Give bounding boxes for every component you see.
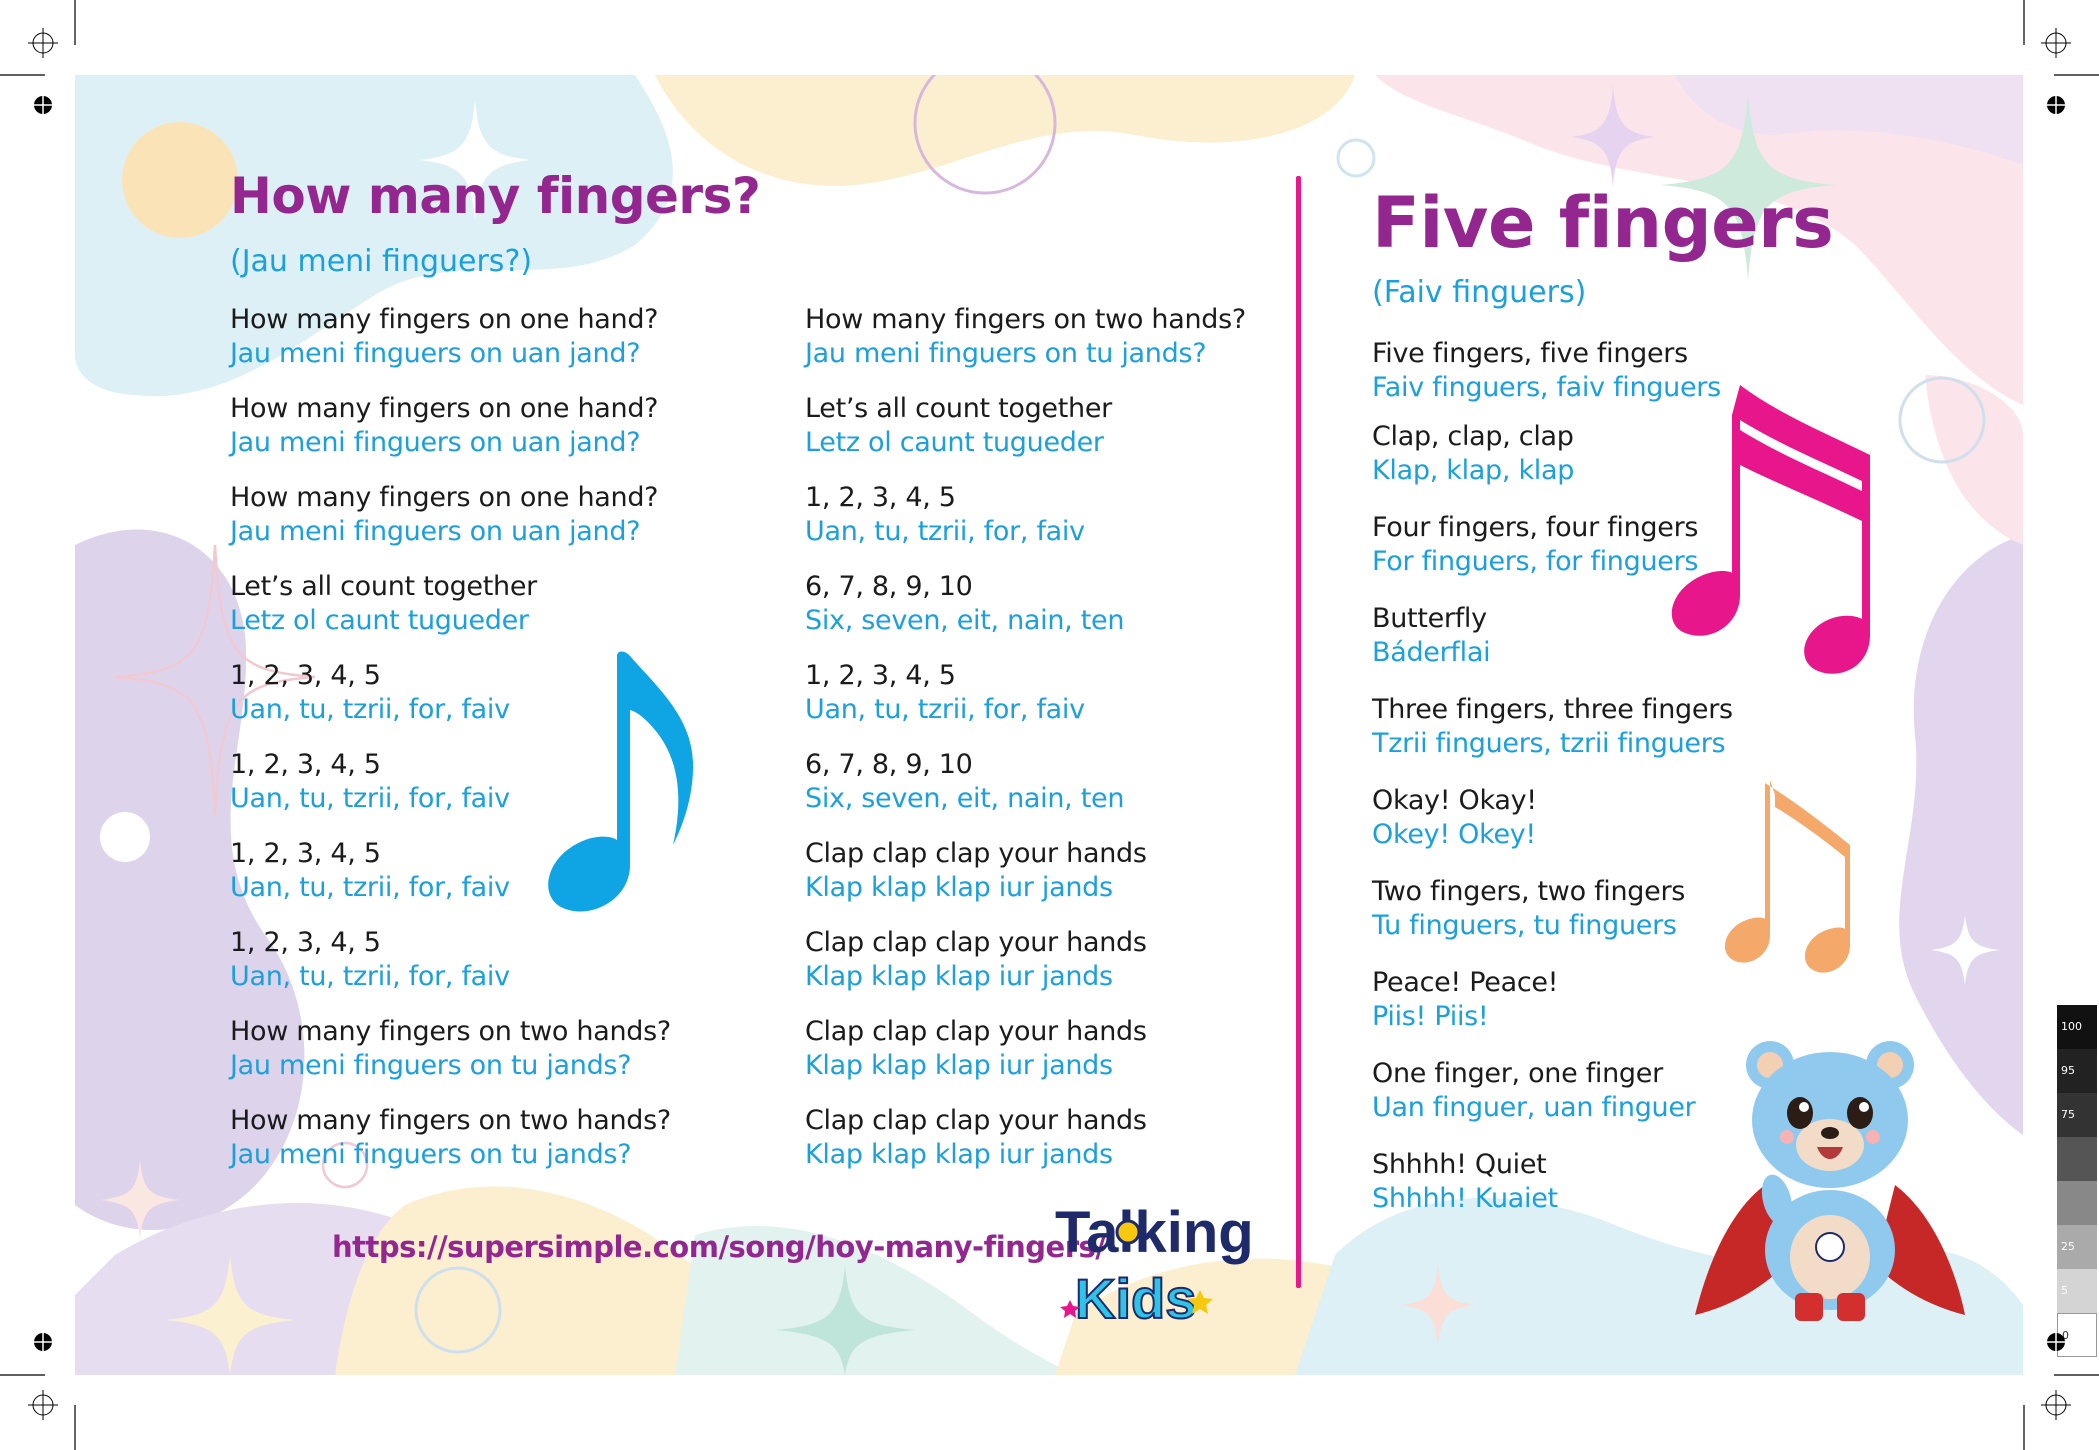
crop-marks bbox=[0, 0, 2099, 1450]
registration-mark-icon bbox=[34, 96, 2065, 1351]
registration-mark-icon bbox=[28, 28, 2071, 1420]
